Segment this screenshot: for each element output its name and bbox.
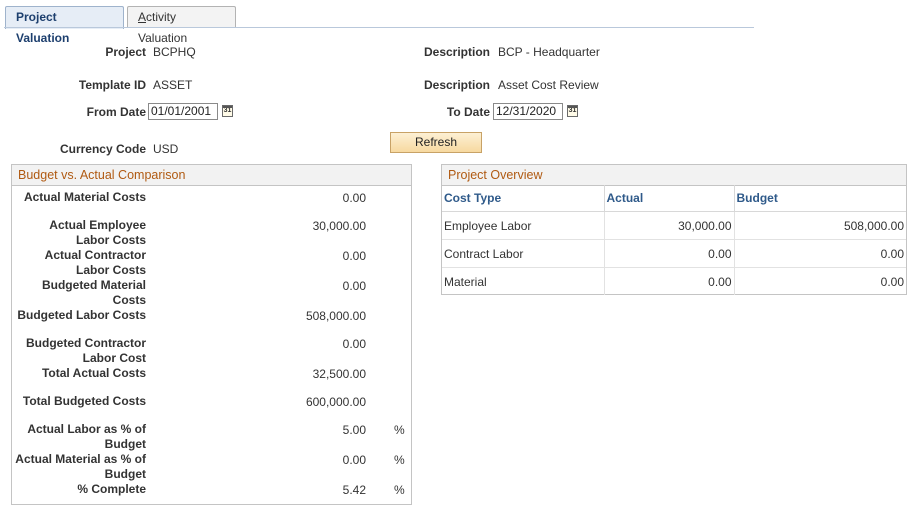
budget-row-value: 32,500.00 bbox=[312, 367, 366, 381]
budget-row-value: 0.00 bbox=[342, 249, 366, 263]
currency-code-label: Currency Code bbox=[59, 142, 146, 156]
project-overview-panel: Project Overview Cost Type Actual Budget… bbox=[441, 164, 907, 295]
from-date-field[interactable]: 01/01/2001 bbox=[148, 103, 218, 120]
budget-row-value: 600,000.00 bbox=[305, 395, 366, 409]
percent-unit: % bbox=[394, 423, 405, 437]
budget-row-label: Budgeted Labor Costs bbox=[17, 308, 146, 322]
budget-cell: 0.00 bbox=[880, 274, 904, 289]
cost-type-cell: Material bbox=[442, 267, 605, 295]
table-row: Employee Labor 30,000.00 508,000.00 bbox=[442, 211, 906, 240]
percent-unit: % bbox=[394, 453, 405, 467]
budget-row-label: Total Actual Costs bbox=[41, 366, 146, 380]
to-date-label: To Date bbox=[446, 105, 490, 119]
actual-cell: 0.00 bbox=[604, 239, 735, 268]
tab-activity-valuation[interactable]: Activity Valuation bbox=[127, 6, 236, 45]
table-row: Material 0.00 0.00 bbox=[442, 267, 906, 295]
description-value: BCP - Headquarter bbox=[498, 45, 600, 59]
currency-code-value: USD bbox=[153, 142, 179, 156]
budget-row-label: Budgeted Material Costs bbox=[41, 278, 146, 307]
refresh-button[interactable]: Refresh bbox=[390, 132, 482, 153]
project-label: Project bbox=[105, 45, 146, 59]
budget-row-value: 0.00 bbox=[342, 337, 366, 351]
column-header-budget[interactable]: Budget bbox=[734, 185, 906, 212]
calendar-icon[interactable]: 31 bbox=[222, 105, 233, 117]
budget-row-label: Actual Contractor Labor Costs bbox=[44, 248, 146, 277]
table-header-row: Cost Type Actual Budget bbox=[442, 185, 906, 212]
tab-project-valuation[interactable]: Project Valuation bbox=[5, 6, 124, 45]
actual-cell: 0.00 bbox=[604, 267, 735, 295]
percent-unit: % bbox=[394, 483, 405, 497]
budget-row-value: 5.00 bbox=[342, 423, 366, 437]
template-id-label: Template ID bbox=[78, 78, 146, 92]
budget-row-value: 0.00 bbox=[342, 279, 366, 293]
budget-row-label: Actual Labor as % of Budget bbox=[27, 422, 146, 451]
overview-table: Cost Type Actual Budget Employee Labor 3… bbox=[442, 185, 906, 295]
budget-cell: 508,000.00 bbox=[734, 211, 906, 240]
column-header-actual[interactable]: Actual bbox=[604, 185, 735, 212]
table-row: Contract Labor 0.00 0.00 bbox=[442, 239, 906, 268]
template-id-value: ASSET bbox=[153, 78, 193, 92]
column-header-cost-type[interactable]: Cost Type bbox=[442, 185, 605, 212]
budget-row-label: Actual Material Costs bbox=[23, 190, 146, 204]
budget-row-value: 30,000.00 bbox=[312, 219, 366, 233]
budget-row-label: Actual Employee Labor Costs bbox=[49, 218, 146, 247]
calendar-icon[interactable]: 31 bbox=[567, 105, 578, 117]
project-value: BCPHQ bbox=[153, 45, 196, 59]
tab-divider bbox=[4, 27, 754, 28]
panel-title: Project Overview bbox=[442, 165, 906, 186]
budget-row-label: % Complete bbox=[77, 482, 146, 496]
budget-row-label: Total Budgeted Costs bbox=[22, 394, 146, 408]
to-date-field[interactable]: 12/31/2020 bbox=[493, 103, 563, 120]
cost-type-cell: Contract Labor bbox=[442, 239, 605, 268]
budget-row-value: 5.42 bbox=[342, 483, 366, 497]
budget-cell: 0.00 bbox=[734, 239, 906, 268]
from-date-label: From Date bbox=[86, 105, 146, 119]
cost-type-cell: Employee Labor bbox=[442, 211, 605, 240]
budget-row-label: Budgeted Contractor Labor Cost bbox=[26, 336, 146, 365]
actual-cell: 30,000.00 bbox=[604, 211, 735, 240]
budget-row-value: 0.00 bbox=[342, 453, 366, 467]
budget-row-value: 508,000.00 bbox=[305, 309, 366, 323]
description-label: Description bbox=[423, 45, 490, 59]
budget-row-label: Actual Material as % of Budget bbox=[15, 452, 146, 481]
description2-label: Description bbox=[423, 78, 490, 92]
description2-value: Asset Cost Review bbox=[498, 78, 599, 92]
budget-row-value: 0.00 bbox=[342, 191, 366, 205]
panel-title: Budget vs. Actual Comparison bbox=[12, 165, 411, 186]
